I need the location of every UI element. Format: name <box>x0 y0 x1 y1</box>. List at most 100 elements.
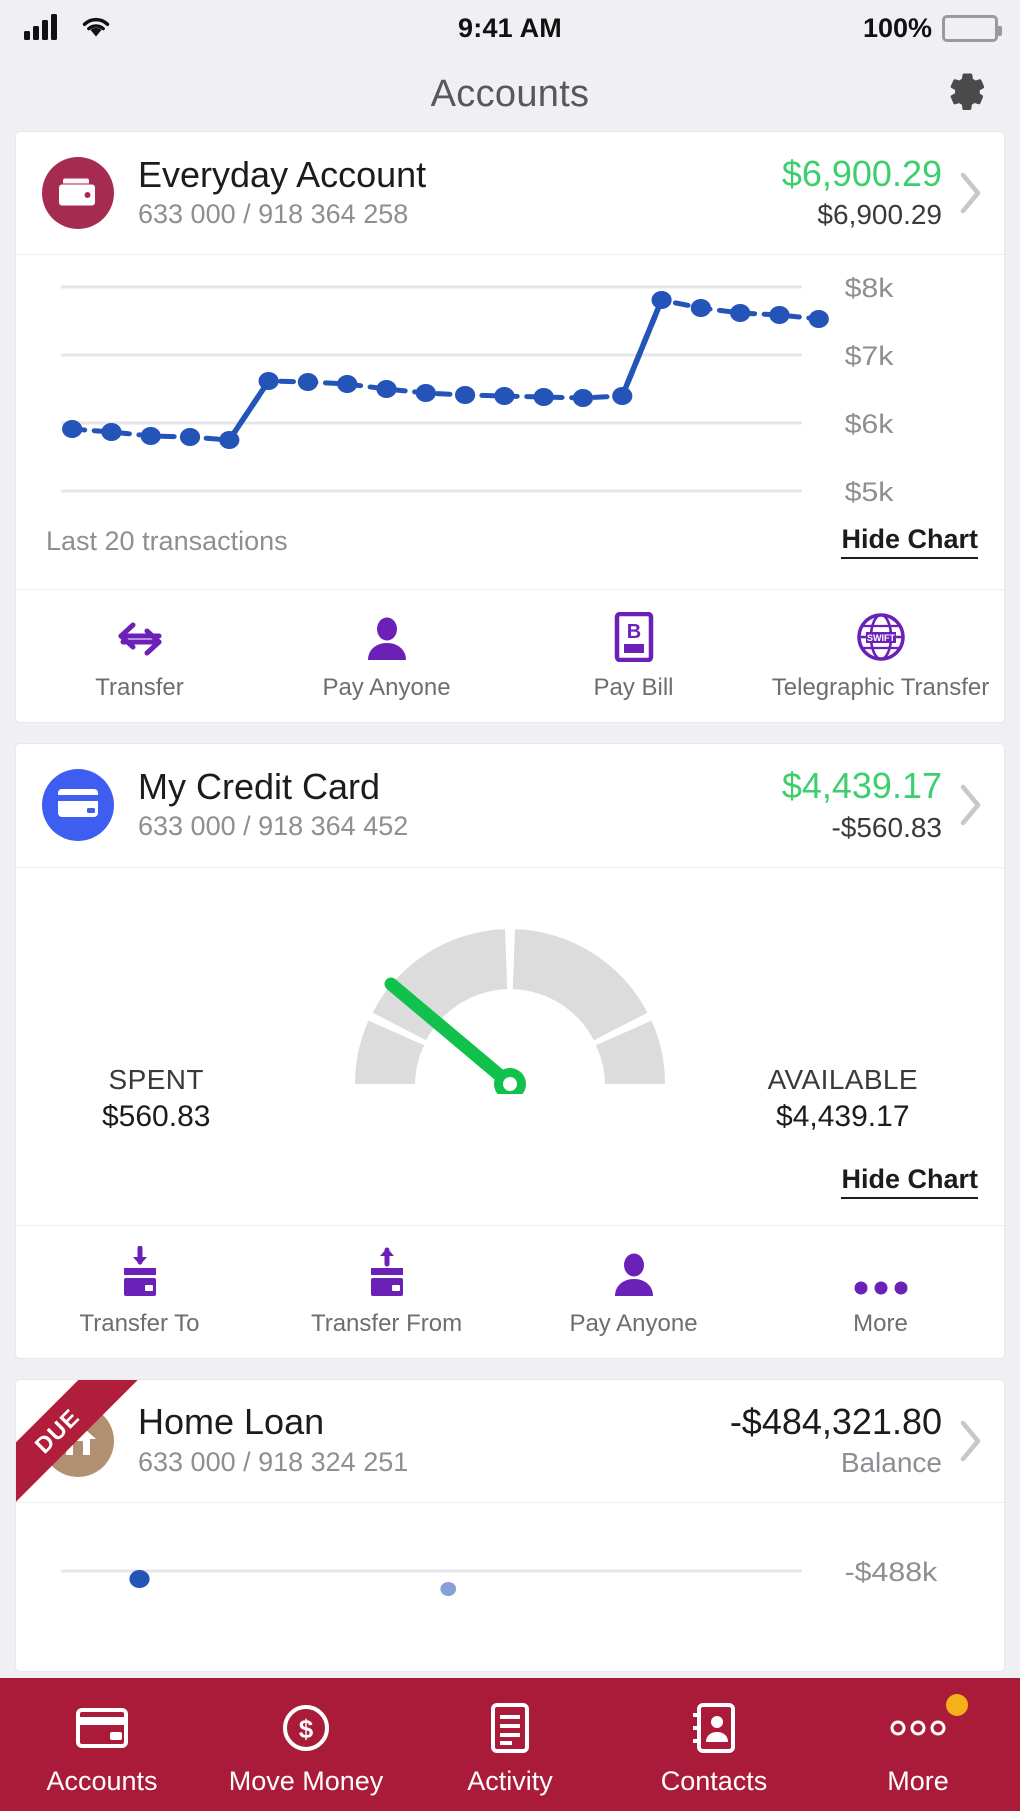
gauge-segments <box>354 928 666 1084</box>
gauge-available-value: $4,439.17 <box>776 1099 910 1133</box>
app-screen: 9:41 AM 100% Accounts Everyday Account 6… <box>0 0 1020 1811</box>
account-available-balance: $6,900.29 <box>781 153 942 194</box>
gauge-available-block: AVAILABLE $4,439.17 <box>768 1064 918 1134</box>
dollar-coin-icon: $ <box>282 1700 330 1756</box>
account-amounts: -$484,321.80 Balance <box>730 1401 958 1480</box>
action-transfer-to[interactable]: Transfer To <box>16 1245 263 1338</box>
ytick-label-0: -$488k <box>845 1557 938 1587</box>
account-name: Home Loan <box>138 1401 325 1443</box>
account-name: Everyday Account <box>138 153 427 195</box>
gauge-spent-value: $560.83 <box>102 1099 211 1133</box>
credit-card-icon <box>76 1700 128 1756</box>
hide-chart-button[interactable]: Hide Chart <box>841 524 978 560</box>
credit-utilisation-gauge: SPENT $560.83 AVAILABLE $4,439.17 Hide C… <box>16 866 1004 1225</box>
settings-button[interactable] <box>936 66 992 122</box>
action-label: Pay Bill <box>593 674 674 702</box>
action-pay-bill[interactable]: B Pay Bill <box>510 612 757 702</box>
person-icon <box>611 1248 657 1298</box>
status-bar-right: 100% <box>863 13 1002 44</box>
home-loan-line-chart: -$488k <box>16 1501 1004 1671</box>
account-actions-everyday: Transfer Pay Anyone B Pay Bill SWIFT Tel… <box>16 589 1004 722</box>
chart-footer: Last 20 transactions Hide Chart <box>16 510 1004 589</box>
account-number: 633 000 / 918 364 258 <box>138 198 409 229</box>
gauge-available-caption: AVAILABLE <box>767 1063 918 1095</box>
gauge-spent-block: SPENT $560.83 <box>102 1064 210 1134</box>
action-label: Transfer <box>95 674 184 702</box>
account-card-credit[interactable]: My Credit Card 633 000 / 918 364 452 $4,… <box>16 744 1004 1358</box>
tab-more[interactable]: More <box>816 1692 1020 1797</box>
account-name-block: Everyday Account 633 000 / 918 364 258 <box>138 153 782 232</box>
account-card-home-loan[interactable]: DUE Home Loan 633 000 / 918 324 251 -$48… <box>16 1379 1004 1671</box>
chevron-right-icon[interactable] <box>958 783 984 827</box>
action-transfer-from[interactable]: Transfer From <box>263 1247 510 1338</box>
ytick-label-3: $5k <box>845 478 895 508</box>
ytick-label-0: $8k <box>845 274 895 304</box>
action-label: Telegraphic Transfer <box>771 674 990 702</box>
card-arrow-up-icon <box>363 1247 411 1298</box>
account-number: 633 000 / 918 324 251 <box>138 1446 409 1477</box>
status-bar: 9:41 AM 100% <box>0 0 1020 56</box>
tab-activity[interactable]: Activity <box>408 1692 612 1797</box>
svg-text:$: $ <box>299 1714 314 1744</box>
action-pay-anyone[interactable]: Pay Anyone <box>263 612 510 702</box>
action-label: More <box>853 1309 908 1337</box>
tab-label: More <box>887 1766 949 1796</box>
notification-badge-dot <box>946 1694 968 1716</box>
tab-accounts[interactable]: Accounts <box>0 1692 204 1797</box>
ytick-label-2: $6k <box>845 410 895 440</box>
account-actions-credit: Transfer To Transfer From Pay Anyone Mor… <box>16 1224 1004 1358</box>
credit-card-icon <box>57 787 99 824</box>
chevron-right-icon[interactable] <box>958 1419 984 1463</box>
ytick-label-1: $7k <box>845 342 895 372</box>
nav-bar: Accounts <box>0 56 1020 132</box>
action-transfer[interactable]: Transfer <box>16 612 263 702</box>
action-telegraphic-transfer[interactable]: SWIFT Telegraphic Transfer <box>757 612 1004 702</box>
action-label: Transfer To <box>79 1309 200 1337</box>
account-name-block: Home Loan 633 000 / 918 324 251 <box>138 1401 730 1479</box>
balance-line-chart: $8k $7k $6k $5k Last 20 transactions Hid… <box>16 254 1004 589</box>
account-available-balance: $4,439.17 <box>781 765 942 807</box>
avatar <box>42 1404 114 1477</box>
account-amounts: $6,900.29 $6,900.29 <box>781 153 958 232</box>
chart-caption: Last 20 transactions <box>46 526 288 557</box>
action-label: Pay Anyone <box>322 674 451 702</box>
house-icon <box>58 1419 98 1462</box>
gauge-footer: Hide Chart <box>16 1134 1004 1225</box>
gauge-label-row: SPENT $560.83 AVAILABLE $4,439.17 <box>16 1064 1004 1134</box>
battery-full-icon <box>942 14 1002 42</box>
account-current-balance: -$560.83 <box>831 811 942 843</box>
line-chart-svg: $8k $7k $6k $5k <box>60 274 895 508</box>
account-amounts: $4,439.17 -$560.83 <box>781 765 958 844</box>
chart-y-axis-labels: $8k $7k $6k $5k <box>845 274 895 508</box>
tab-label: Accounts <box>46 1766 158 1796</box>
account-header-credit[interactable]: My Credit Card 633 000 / 918 364 452 $4,… <box>16 744 1004 866</box>
bottom-tab-bar: Accounts $ Move Money Activity Contacts … <box>0 1678 1020 1811</box>
account-header-everyday[interactable]: Everyday Account 633 000 / 918 364 258 $… <box>16 132 1004 254</box>
swift-globe-icon: SWIFT <box>856 612 906 662</box>
card-arrow-down-icon <box>116 1245 164 1298</box>
bpay-icon: B <box>614 612 654 663</box>
account-header-home-loan[interactable]: Home Loan 633 000 / 918 324 251 -$484,32… <box>16 1380 1004 1502</box>
tab-label: Contacts <box>660 1766 768 1796</box>
action-pay-anyone[interactable]: Pay Anyone <box>510 1248 757 1338</box>
chart-points <box>62 291 829 450</box>
tab-contacts[interactable]: Contacts <box>612 1692 816 1797</box>
account-name: My Credit Card <box>138 765 381 807</box>
line-chart-svg: -$488k <box>60 1557 938 1596</box>
contact-book-icon <box>693 1700 735 1756</box>
transfer-arrows-icon <box>113 612 167 662</box>
hide-chart-button[interactable]: Hide Chart <box>841 1164 978 1199</box>
tab-move-money[interactable]: $ Move Money <box>204 1692 408 1797</box>
page-title: Accounts <box>430 72 590 115</box>
action-more[interactable]: More <box>757 1248 1004 1338</box>
chevron-right-icon[interactable] <box>958 171 984 215</box>
chart-point <box>129 1569 150 1588</box>
account-card-everyday[interactable]: Everyday Account 633 000 / 918 364 258 $… <box>16 132 1004 723</box>
svg-text:B: B <box>626 621 640 643</box>
avatar <box>42 157 114 230</box>
action-label: Pay Anyone <box>569 1309 698 1337</box>
tab-label: Activity <box>467 1766 553 1796</box>
chart-point <box>440 1581 457 1596</box>
account-name-block: My Credit Card 633 000 / 918 364 452 <box>138 765 782 844</box>
gear-icon <box>938 66 990 123</box>
